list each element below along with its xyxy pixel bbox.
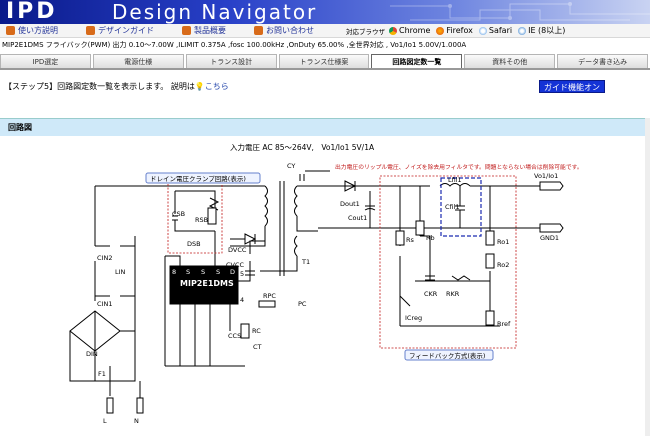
mail-icon bbox=[254, 26, 263, 35]
supported-browsers: 対応ブラウザ Chrome Firefox Safari IE (8以上) bbox=[346, 26, 566, 36]
tab-circuit-constants[interactable]: 回路図定数一覧 bbox=[371, 54, 463, 68]
nav-item-howto[interactable]: 使い方説明 bbox=[6, 25, 58, 36]
svg-text:S: S bbox=[186, 268, 190, 276]
svg-text:8: 8 bbox=[172, 268, 176, 276]
svg-text:DVCC: DVCC bbox=[228, 246, 247, 254]
clamp-circuit-label[interactable]: ドレイン電圧クランプ回路(表示) bbox=[150, 174, 246, 183]
svg-text:4: 4 bbox=[240, 296, 244, 304]
svg-text:Ro2: Ro2 bbox=[497, 261, 509, 269]
svg-text:CSB: CSB bbox=[172, 210, 185, 218]
book-icon bbox=[6, 26, 15, 35]
ipd-logo: IPD bbox=[6, 0, 58, 24]
tab-bar: IPD選定 電源仕様 トランス設計 トランス仕様案 回路図定数一覧 資料その他 … bbox=[0, 54, 650, 70]
app-title: Design Navigator bbox=[112, 0, 318, 24]
svg-text:CIN1: CIN1 bbox=[97, 300, 112, 308]
svg-text:RKR: RKR bbox=[446, 290, 460, 298]
nav-item-contact[interactable]: お問い合わせ bbox=[254, 25, 314, 36]
circuit-diagram: 入力電圧 AC 85〜264V, Vo1/Io1 5V/1A 出力電圧のリップル… bbox=[69, 142, 583, 425]
tab-data-write[interactable]: データ書き込み bbox=[557, 54, 649, 68]
safari-icon bbox=[478, 26, 487, 35]
svg-text:Lfil1: Lfil1 bbox=[448, 176, 462, 184]
banner-circuit-decoration bbox=[390, 2, 650, 21]
svg-text:Cout1: Cout1 bbox=[348, 214, 367, 222]
ic-name: MIP2E1DMS bbox=[180, 279, 234, 288]
svg-text:1: 1 bbox=[172, 296, 176, 304]
svg-text:CY: CY bbox=[287, 162, 295, 170]
output-vo1-label: Vo1/Io1 bbox=[534, 172, 558, 180]
feedback-label[interactable]: フィードバック方式(表示) bbox=[409, 351, 485, 360]
svg-text:L: L bbox=[103, 417, 107, 425]
svg-text:Ro1: Ro1 bbox=[497, 238, 509, 246]
app-banner: IPD Design Navigator bbox=[0, 0, 650, 24]
svg-text:RPC: RPC bbox=[263, 292, 276, 300]
svg-text:CCS: CCS bbox=[228, 332, 241, 340]
lightbulb-icon: 💡 bbox=[194, 82, 205, 91]
tab-documents[interactable]: 資料その他 bbox=[464, 54, 556, 68]
firefox-icon bbox=[436, 26, 445, 35]
svg-text:DIN: DIN bbox=[86, 350, 98, 358]
svg-text:D: D bbox=[230, 268, 235, 276]
svg-text:N: N bbox=[134, 417, 139, 425]
svg-text:S: S bbox=[216, 268, 220, 276]
svg-text:RC: RC bbox=[252, 327, 261, 335]
svg-text:CVCC: CVCC bbox=[226, 261, 245, 269]
guide-toggle-button[interactable]: ガイド機能オン bbox=[539, 80, 605, 93]
svg-text:ICreg: ICreg bbox=[405, 314, 422, 322]
label-cin2: CIN2 bbox=[97, 254, 112, 262]
output-gnd1-label: GND1 bbox=[540, 234, 559, 242]
section-title: 回路図 bbox=[0, 118, 650, 136]
input-voltage-label: 入力電圧 AC 85〜264V, Vo1/Io1 5V/1A bbox=[230, 142, 375, 152]
spec-summary: MIP2E1DMS フライバック(PWM) 出力 0.10〜7.00W ,ILI… bbox=[2, 41, 467, 49]
help-link[interactable]: こちら bbox=[205, 82, 229, 91]
svg-text:T1: T1 bbox=[301, 258, 310, 266]
vertical-scrollbar[interactable] bbox=[645, 118, 650, 436]
nav-item-product[interactable]: 製品概要 bbox=[182, 25, 226, 36]
svg-text:Rs: Rs bbox=[406, 236, 415, 244]
tab-transformer-design[interactable]: トランス設計 bbox=[185, 54, 277, 68]
tab-ipd-select[interactable]: IPD選定 bbox=[0, 54, 91, 68]
svg-text:LIN: LIN bbox=[115, 268, 126, 276]
svg-text:DSB: DSB bbox=[187, 240, 201, 248]
svg-text:F1: F1 bbox=[98, 370, 106, 378]
svg-text:S: S bbox=[201, 268, 205, 276]
product-icon bbox=[182, 26, 191, 35]
svg-text:Rb: Rb bbox=[426, 234, 435, 242]
svg-text:CT: CT bbox=[253, 343, 262, 351]
svg-text:Dout1: Dout1 bbox=[340, 200, 360, 208]
svg-text:5: 5 bbox=[240, 270, 244, 278]
filter-note: 出力電圧のリップル電圧、ノイズを除去用フィルタです。問題とならない場合は削除可能… bbox=[335, 163, 583, 171]
ie-icon bbox=[518, 26, 527, 35]
guide-icon bbox=[86, 26, 95, 35]
tab-transformer-spec[interactable]: トランス仕様案 bbox=[278, 54, 370, 68]
svg-text:CKR: CKR bbox=[424, 290, 438, 298]
top-nav: 使い方説明 デザインガイド 製品概要 お問い合わせ 対応ブラウザ Chrome … bbox=[0, 24, 650, 38]
svg-text:Cfil1: Cfil1 bbox=[445, 203, 460, 211]
svg-text:PC: PC bbox=[298, 300, 307, 308]
tab-power-spec[interactable]: 電源仕様 bbox=[92, 54, 184, 68]
step-instruction: 【ステップ5】回路図定数一覧を表示します。 説明は💡こちら bbox=[4, 82, 229, 91]
chrome-icon bbox=[389, 26, 397, 35]
svg-text:Rref: Rref bbox=[497, 320, 511, 328]
nav-item-design-guide[interactable]: デザインガイド bbox=[86, 25, 154, 36]
svg-text:RSB: RSB bbox=[195, 216, 208, 224]
